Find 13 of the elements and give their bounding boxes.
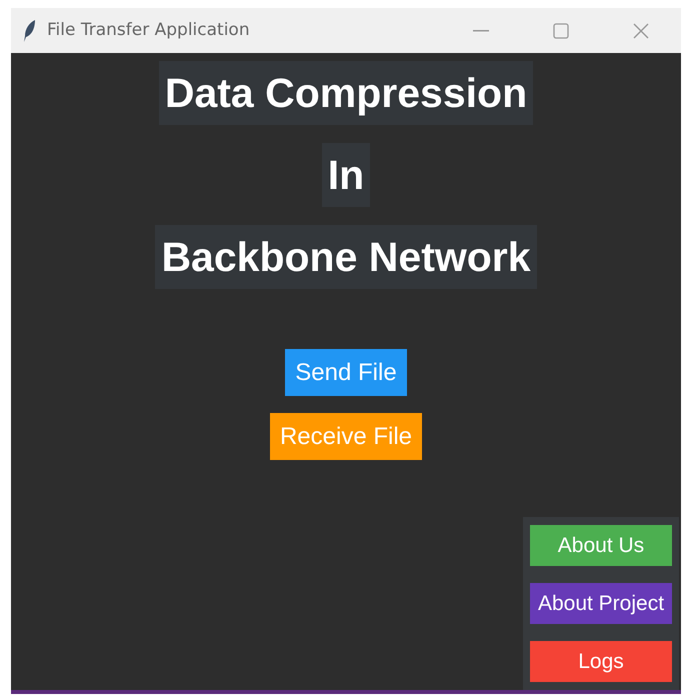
side-button[interactable]: Logs	[530, 641, 672, 682]
send-file-button[interactable]: Send File	[285, 349, 407, 396]
feather-icon	[23, 18, 37, 42]
receive-file-button[interactable]: Receive File	[270, 413, 422, 460]
close-icon[interactable]	[633, 22, 649, 38]
heading: Backbone Network	[155, 225, 537, 289]
minimize-icon[interactable]	[473, 30, 489, 32]
maximize-icon[interactable]	[553, 22, 569, 38]
side-button[interactable]: About Project	[530, 583, 672, 624]
side-button[interactable]: About Us	[530, 525, 672, 566]
heading: Data Compression	[158, 61, 534, 125]
heading: In	[322, 143, 370, 207]
window-title: File Transfer Application	[47, 18, 250, 42]
